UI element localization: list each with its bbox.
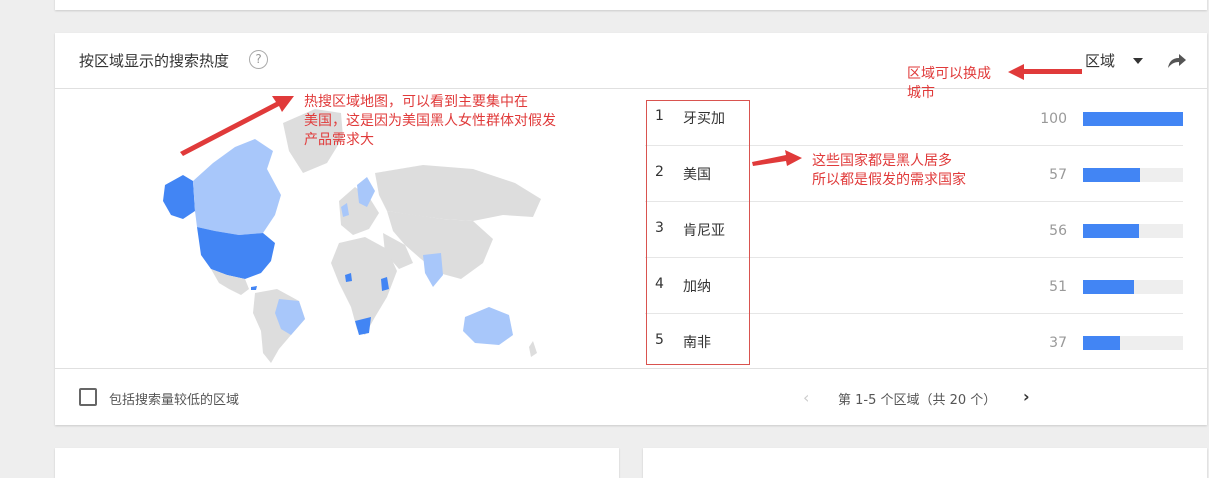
ranking-value: 100	[1040, 111, 1067, 127]
region-select-label[interactable]: 区域	[1085, 50, 1115, 71]
map-australia	[463, 307, 513, 345]
map-india	[423, 253, 443, 287]
ranking-bar	[1083, 280, 1134, 294]
ranking-bar	[1083, 224, 1139, 238]
ranking-value: 57	[1049, 167, 1067, 183]
dropdown-arrow-icon[interactable]	[1133, 58, 1143, 64]
share-icon[interactable]	[1167, 52, 1187, 70]
pager-prev-icon[interactable]: ‹	[803, 388, 809, 407]
footer-divider	[55, 368, 1207, 369]
ranking-value: 51	[1049, 279, 1067, 295]
map-jamaica	[251, 286, 257, 290]
ranking-bar-track	[1083, 224, 1183, 238]
low-volume-checkbox[interactable]	[79, 388, 97, 406]
pagination-text: 第 1-5 个区域（共 20 个）	[838, 393, 997, 408]
pager-next-icon[interactable]: ›	[1023, 387, 1030, 406]
help-icon[interactable]: ?	[249, 50, 268, 69]
map-alaska	[163, 175, 195, 219]
ranking-bar-track	[1083, 168, 1183, 182]
bottom-left-card	[55, 448, 619, 478]
map-nz	[529, 341, 537, 357]
annotation-country-note: 这些国家都是黑人居多 所以都是假发的需求国家	[812, 153, 966, 188]
map-usa	[197, 227, 275, 279]
annotation-map-note: 热搜区域地图，可以看到主要集中在 美国，这是因为美国黑人女性群体对假发 产品需求…	[304, 94, 556, 148]
low-volume-checkbox-label[interactable]: 包括搜索量较低的区域	[109, 389, 239, 408]
ranking-bar-track	[1083, 112, 1183, 126]
top-card	[55, 0, 1207, 10]
ranking-bar-track	[1083, 280, 1183, 294]
ranking-bar	[1083, 168, 1140, 182]
ranking-bar	[1083, 112, 1183, 126]
ranking-value: 56	[1049, 223, 1067, 239]
annotation-city-note: 区域可以换成 城市	[907, 66, 991, 101]
map-russia	[375, 165, 541, 221]
ranking-bar	[1083, 336, 1120, 350]
bottom-right-card	[643, 448, 1207, 478]
panel-title: 按区域显示的搜索热度	[79, 52, 230, 70]
ranking-value: 37	[1049, 335, 1067, 351]
ranking-bar-track	[1083, 336, 1183, 350]
region-interest-card: 按区域显示的搜索热度 ? 区域 1 牙买加 100 2 美国 57 3 肯尼亚 …	[55, 33, 1207, 425]
annotation-highlight-box	[646, 100, 750, 365]
map-canada	[193, 139, 281, 235]
